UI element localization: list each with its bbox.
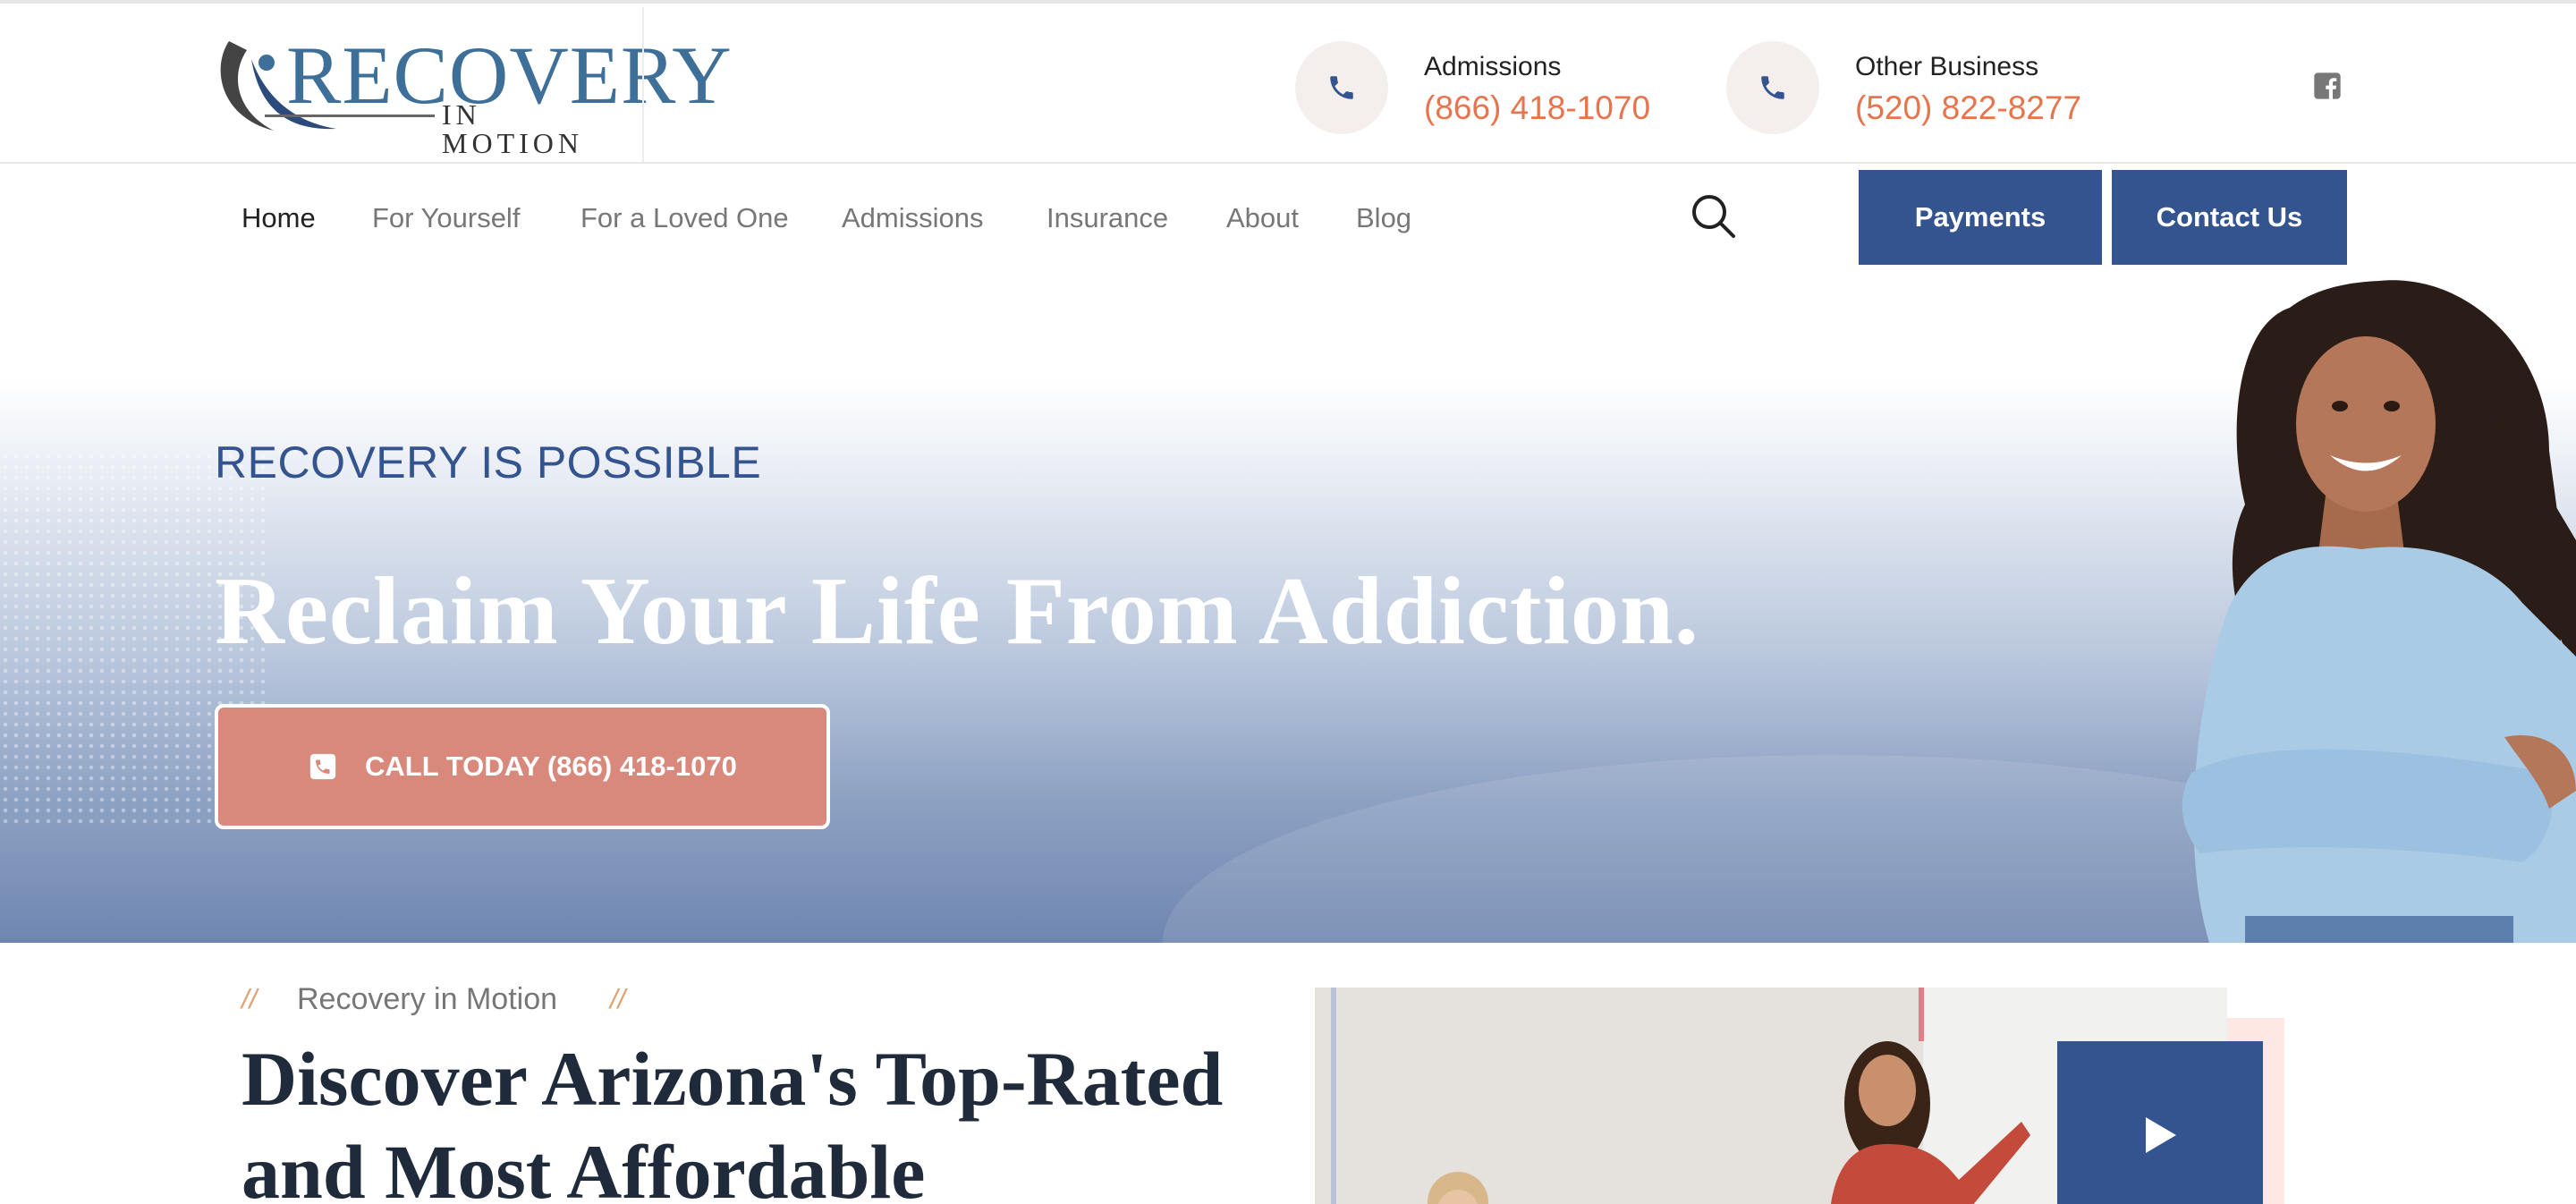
intro-title: Discover Arizona's Top-Rated and Most Af… (242, 1036, 1224, 1204)
eyebrow-slash-right: // (610, 983, 626, 1014)
intro-eyebrow: Recovery in Motion (297, 982, 558, 1016)
logo-rule (265, 114, 435, 117)
logo-subtitle: IN MOTION (442, 98, 583, 159)
contact-us-button[interactable]: Contact Us (2112, 170, 2347, 265)
nav-item-for-yourself[interactable]: For Yourself (372, 202, 520, 234)
contact-label: Other Business (1855, 52, 2039, 81)
intro-section: // Recovery in Motion // Discover Arizon… (0, 943, 2576, 1204)
phone-square-icon (309, 753, 336, 780)
contact-phone-link[interactable]: (866) 418-1070 (1424, 89, 1650, 127)
hero-title: Reclaim Your Life From Addiction. (215, 558, 1699, 665)
call-today-button[interactable]: CALL TODAY (866) 418-1070 (215, 704, 830, 829)
nav-item-insurance[interactable]: Insurance (1046, 202, 1168, 234)
hero-person-image (2182, 280, 2576, 943)
hero-eyebrow: RECOVERY IS POSSIBLE (215, 437, 762, 488)
nav-item-home[interactable]: Home (242, 202, 316, 234)
search-icon[interactable] (1689, 191, 1739, 242)
phone-icon (1295, 41, 1388, 134)
nav-item-blog[interactable]: Blog (1356, 202, 1411, 234)
nav-item-admissions[interactable]: Admissions (842, 202, 984, 234)
play-video-button[interactable] (2057, 1041, 2263, 1204)
eyebrow-slash-left: // (242, 983, 258, 1014)
logo-divider (642, 7, 644, 162)
contact-label: Admissions (1424, 52, 1562, 81)
browser-viewport: RECOVERY IN MOTION Admissions (866) 418-… (0, 0, 2576, 1204)
phone-icon (1726, 41, 1819, 134)
site-logo[interactable]: RECOVERY IN MOTION (211, 32, 732, 157)
top-bar: RECOVERY IN MOTION Admissions (866) 418-… (0, 7, 2576, 164)
facebook-icon[interactable] (2313, 72, 2342, 100)
main-nav: Home For Yourself For a Loved One Admiss… (0, 163, 2576, 270)
play-icon (2146, 1117, 2176, 1153)
nav-item-for-a-loved-one[interactable]: For a Loved One (580, 202, 789, 234)
call-today-label: CALL TODAY (866) 418-1070 (365, 750, 737, 782)
contact-phone-link[interactable]: (520) 822-8277 (1855, 89, 2081, 127)
hero-section: RECOVERY IS POSSIBLE Reclaim Your Life F… (0, 272, 2576, 943)
nav-item-about[interactable]: About (1226, 202, 1299, 234)
payments-button[interactable]: Payments (1859, 170, 2102, 265)
